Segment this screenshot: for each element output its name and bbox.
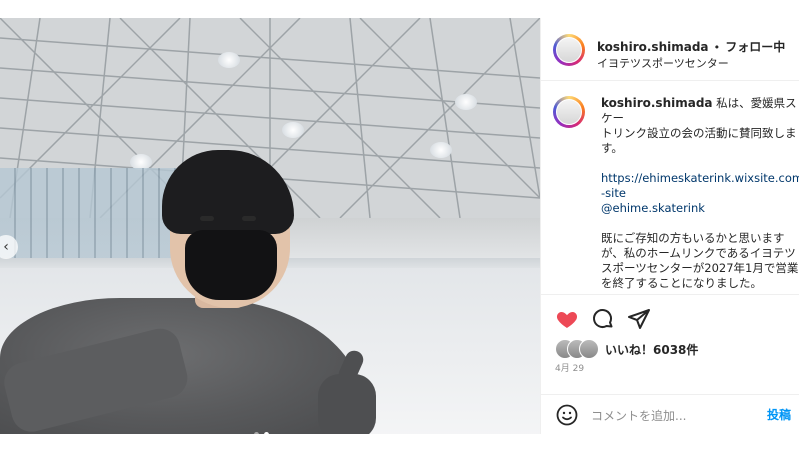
caption-link-suffix[interactable]: -site [601,186,626,200]
author-username[interactable]: koshiro.shimada [597,40,709,54]
person-eyes [190,216,270,226]
gloved-hand [318,374,376,434]
post-sidebar: koshiro.shimada • フォロー中 イヨテツスポーツセンター kos… [540,18,799,435]
face-mask [185,230,277,300]
caption-username[interactable]: koshiro.shimada [601,96,713,110]
caption-link[interactable]: https://ehimeskaterink.wixsite.com/ [601,171,799,185]
caption-line: スポーツセンターが2027年1月で営業 [601,261,799,275]
paper-plane-icon[interactable] [627,307,651,331]
comment-bubble-icon[interactable] [591,307,615,331]
carousel-dots [254,432,278,434]
post-actions: いいね！6038件 4月 29 [541,294,799,405]
ceiling-light [455,94,477,110]
caption-line: す。 [601,141,623,155]
post-location[interactable]: イヨテツスポーツセンター [597,55,729,71]
header-separator: • [713,41,721,54]
caption-avatar[interactable] [553,96,585,128]
comment-bar: コメントを追加... 投稿 [541,394,799,435]
caption-text: koshiro.shimada 私は、愛媛県スケー トリンク設立の会の活動に賛同… [601,96,799,291]
likes-count[interactable]: いいね！6038件 [605,341,698,358]
smiley-icon[interactable] [555,403,579,427]
carousel-dot-active [264,432,269,434]
ceiling-light [430,142,452,158]
post-header: koshiro.shimada • フォロー中 イヨテツスポーツセンター [541,18,799,81]
ceiling-light [218,52,240,68]
post-date[interactable]: 4月 29 [555,361,584,374]
caption-mention[interactable]: @ehime.skaterink [601,201,705,215]
follow-status[interactable]: フォロー中 [725,40,785,54]
ceiling-light [282,122,304,138]
caption-line: 既にご存知の方もいるかと思います [601,231,785,245]
caption-line: を終了することになりました。 [601,276,762,290]
heart-filled-icon[interactable] [555,307,579,331]
comment-input[interactable]: コメントを追加... [591,407,686,424]
post-photo[interactable]: ‹ [0,18,540,434]
caption: koshiro.shimada 私は、愛媛県スケー トリンク設立の会の活動に賛同… [553,92,799,302]
author-avatar[interactable] [553,34,585,66]
caption-line: トリンク設立の会の活動に賛同致しま [601,126,797,140]
carousel-dot [254,432,259,434]
post-comment-button[interactable]: 投稿 [767,406,791,423]
caption-line: が、私のホームリンクであるイヨテツ [601,246,796,260]
